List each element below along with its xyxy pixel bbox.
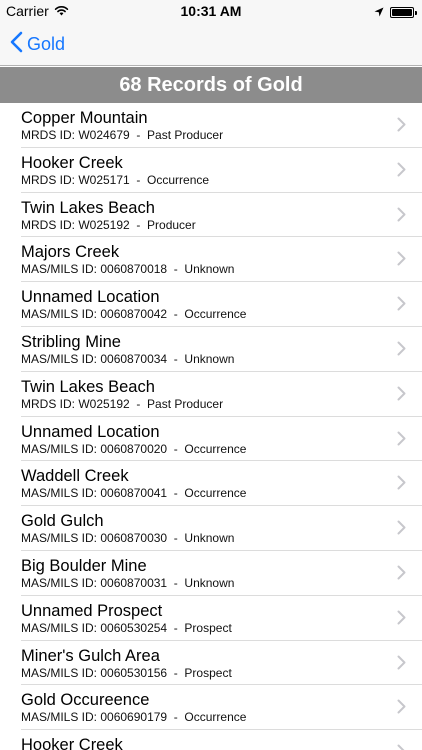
records-list: Copper Mountain MRDS ID: W024679 - Past P… [0, 103, 422, 750]
chevron-right-icon [397, 162, 406, 182]
record-name: Waddell Creek [21, 467, 129, 486]
record-detail: MAS/MILS ID: 0060870030 - Unknown [21, 531, 235, 546]
chevron-right-icon [397, 655, 406, 675]
list-item[interactable]: Majors Creek MAS/MILS ID: 0060870018 - Un… [0, 237, 422, 282]
record-detail: MAS/MILS ID: 0060690179 - Occurrence [21, 710, 247, 725]
record-name: Unnamed Location [21, 422, 160, 441]
list-item[interactable]: Miner's Gulch Area MAS/MILS ID: 006053015… [0, 641, 422, 686]
list-item[interactable]: Unnamed Location MAS/MILS ID: 0060870042 … [0, 282, 422, 327]
back-button-label: Gold [27, 33, 66, 54]
list-item[interactable]: Gold Occureence MAS/MILS ID: 0060690179 -… [0, 685, 422, 730]
list-item[interactable]: Waddell Creek MAS/MILS ID: 0060870041 - O… [0, 461, 422, 506]
record-detail: MAS/MILS ID: 0060870034 - Unknown [21, 351, 235, 366]
status-bar: Carrier 10:31 AM [0, 0, 422, 22]
list-item[interactable]: Copper Mountain MRDS ID: W024679 - Past P… [0, 103, 422, 148]
chevron-right-icon [397, 341, 406, 361]
status-right [374, 4, 417, 20]
record-detail: MRDS ID: W025192 - Producer [21, 217, 196, 232]
chevron-right-icon [397, 296, 406, 316]
record-name: Miner's Gulch Area [21, 646, 160, 665]
chevron-right-icon [397, 431, 406, 451]
list-item[interactable]: Unnamed Location MAS/MILS ID: 0060870020 … [0, 417, 422, 462]
record-name: Big Boulder Mine [21, 556, 147, 575]
chevron-left-icon [10, 31, 23, 58]
record-detail: MAS/MILS ID: 0060870041 - Occurrence [21, 486, 247, 501]
battery-icon [390, 6, 417, 18]
chevron-right-icon [397, 699, 406, 719]
record-name: Hooker Creek [21, 153, 123, 172]
record-detail: MRDS ID: W025192 - Past Producer [21, 396, 224, 411]
records-header: 68 Records of Gold [0, 67, 422, 103]
list-item[interactable]: Big Boulder Mine MAS/MILS ID: 0060870031 … [0, 551, 422, 596]
record-detail: MRDS ID: W024679 - Past Producer [21, 128, 224, 142]
back-button[interactable]: Gold [10, 22, 65, 66]
record-name: Twin Lakes Beach [21, 198, 155, 217]
chevron-right-icon [397, 520, 406, 540]
location-arrow-icon [374, 4, 384, 20]
record-name: Unnamed Prospect [21, 601, 163, 620]
record-detail: MAS/MILS ID: 0060870042 - Occurrence [21, 307, 247, 322]
list-item[interactable]: Unnamed Prospect MAS/MILS ID: 0060530254 … [0, 596, 422, 641]
chevron-right-icon [397, 117, 406, 137]
chevron-right-icon [397, 565, 406, 585]
record-detail: MRDS ID: W025171 - Occurrence [21, 172, 210, 187]
chevron-right-icon [397, 386, 406, 406]
chevron-right-icon [397, 207, 406, 227]
list-item[interactable]: Gold Gulch MAS/MILS ID: 0060870030 - Unkn… [0, 506, 422, 551]
record-name: Stribling Mine [21, 332, 121, 351]
chevron-right-icon [397, 610, 406, 630]
record-name: Copper Mountain [21, 109, 148, 127]
record-name: Gold Occureence [21, 691, 150, 710]
record-name: Unnamed Location [21, 288, 160, 307]
record-detail: MAS/MILS ID: 0060870020 - Occurrence [21, 441, 247, 456]
record-name: Hooker Creek [21, 736, 123, 750]
list-item[interactable]: Hooker Creek MRDS ID: W025171 - Occurrenc… [0, 148, 422, 193]
record-detail: MAS/MILS ID: 0060530254 - Prospect [21, 620, 232, 635]
list-item[interactable]: Hooker Creek [0, 730, 422, 750]
chevron-right-icon [397, 744, 406, 750]
chevron-right-icon [397, 251, 406, 271]
record-detail: MAS/MILS ID: 0060870018 - Unknown [21, 262, 235, 277]
list-item[interactable]: Stribling Mine MAS/MILS ID: 0060870034 - … [0, 327, 422, 372]
chevron-right-icon [397, 475, 406, 495]
record-detail: MAS/MILS ID: 0060530156 - Prospect [21, 665, 232, 680]
record-name: Gold Gulch [21, 512, 104, 531]
list-item[interactable]: Twin Lakes Beach MRDS ID: W025192 - Produ… [0, 193, 422, 238]
record-name: Twin Lakes Beach [21, 377, 155, 396]
navigation-bar: Gold [0, 22, 422, 66]
record-name: Majors Creek [21, 243, 120, 262]
status-time: 10:31 AM [180, 3, 242, 19]
record-detail: MAS/MILS ID: 0060870031 - Unknown [21, 575, 235, 590]
list-item[interactable]: Twin Lakes Beach MRDS ID: W025192 - Past … [0, 372, 422, 417]
